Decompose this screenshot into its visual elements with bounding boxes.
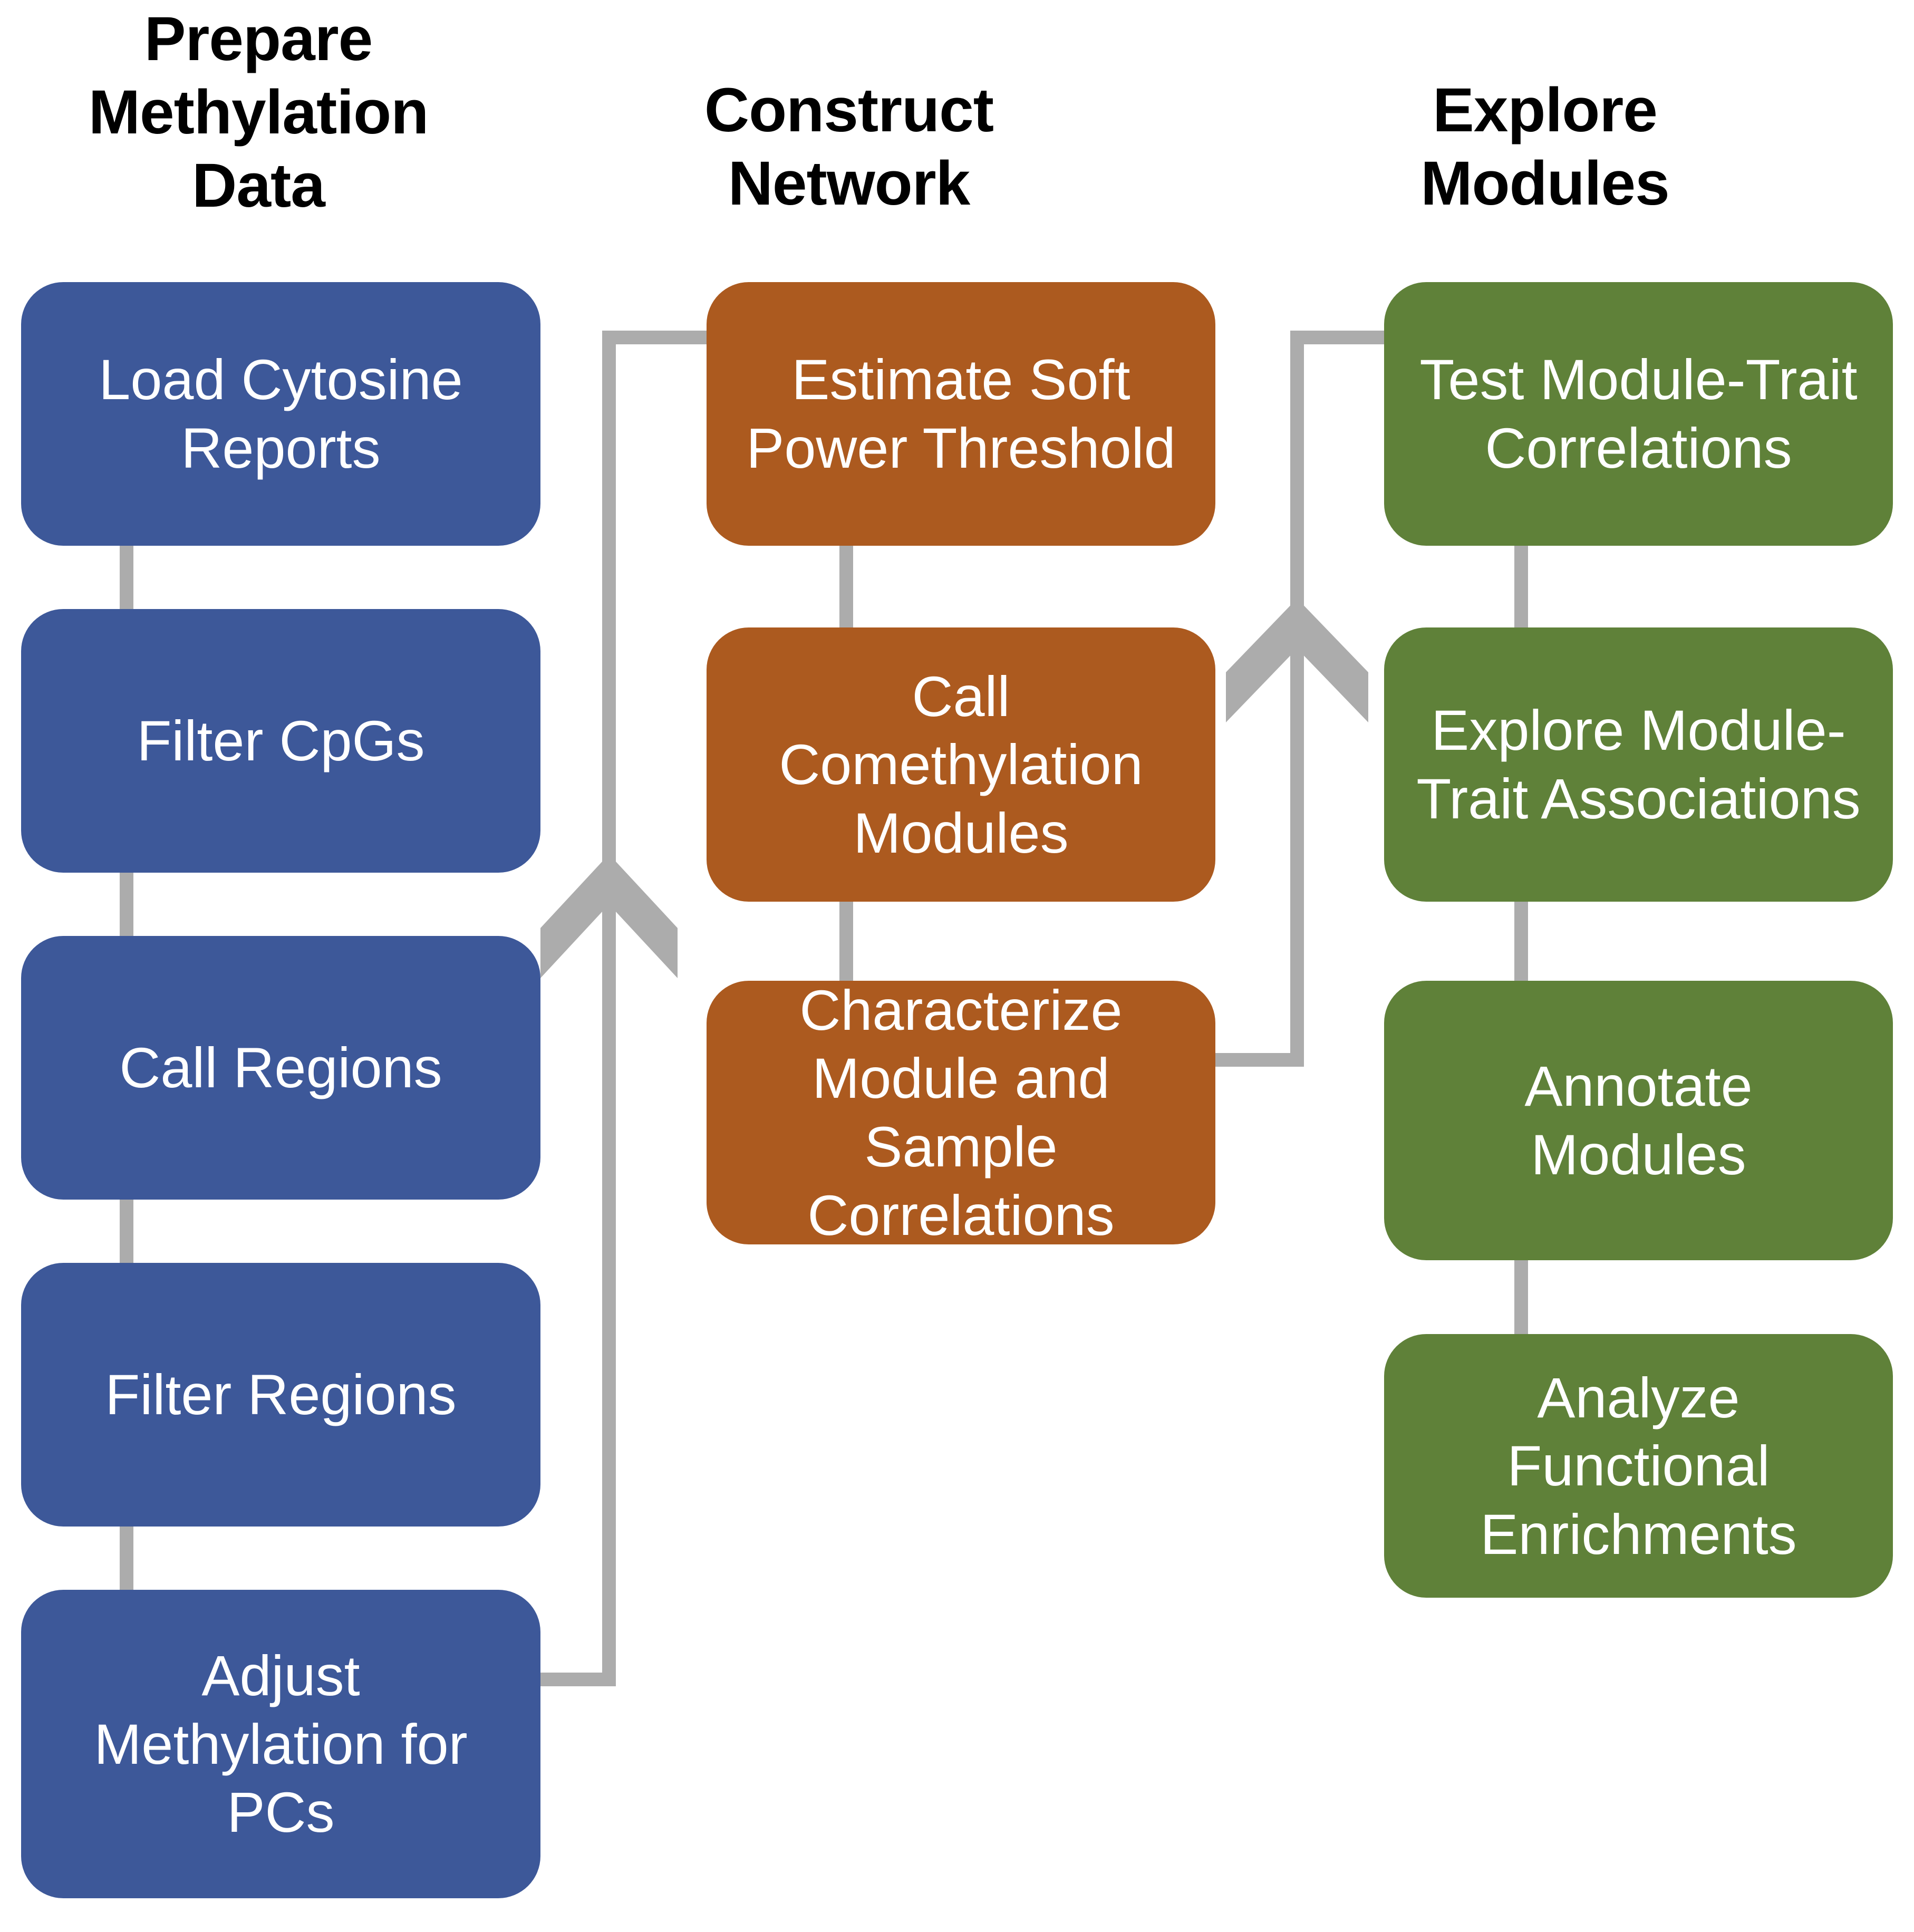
node-call-regions[interactable]: Call Regions [21,936,540,1200]
connector-construct-to-explore-path [1215,331,1384,1067]
node-call-comethylation-modules[interactable]: Call Comethylation Modules [707,627,1215,902]
node-analyze-functional-enrichments[interactable]: Analyze Functional Enrichments [1384,1334,1893,1598]
connector-construct-to-explore [1215,331,1384,1067]
column-title-construct-network: Construct Network [704,75,994,219]
node-characterize-module-and-sample-correlations[interactable]: Characterize Module and Sample Correlati… [707,978,1215,1247]
node-annotate-modules[interactable]: Annotate Modules [1384,981,1893,1260]
node-test-module-trait-correlations[interactable]: Test Module-Trait Correlations [1384,282,1893,546]
column-title-explore-modules: Explore Modules [1420,75,1670,219]
column-title-prepare-methylation-data: Prepare Methylation Data [88,4,429,221]
arrow-up-icon-construct-to-explore [1226,598,1368,722]
connector-prepare-to-construct-path [540,331,707,1686]
node-filter-regions[interactable]: Filter Regions [21,1263,540,1527]
flowchart-canvas: Prepare Methylation Data Construct Netwo… [0,0,1914,1932]
node-load-cytosine-reports[interactable]: Load Cytosine Reports [21,282,540,546]
connector-prepare-to-construct [540,331,707,1686]
node-filter-cpgs[interactable]: Filter CpGs [21,609,540,873]
node-adjust-methylation-for-pcs[interactable]: Adjust Methylation for PCs [21,1590,540,1898]
arrow-up-icon-prepare-to-construct [540,854,678,978]
node-explore-module-trait-associations[interactable]: Explore Module- Trait Associations [1384,627,1893,902]
node-estimate-soft-power-threshold[interactable]: Estimate Soft Power Threshold [707,282,1215,546]
